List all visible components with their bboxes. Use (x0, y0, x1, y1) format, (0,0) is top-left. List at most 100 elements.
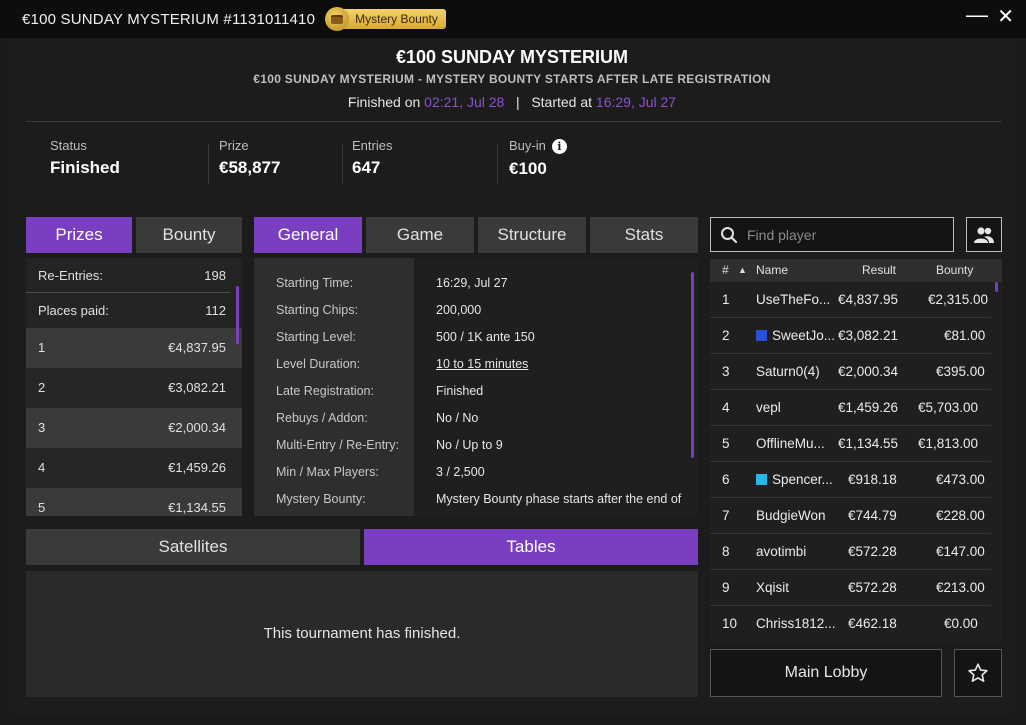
tournament-subtitle: €100 SUNDAY MYSTERIUM - MYSTERY BOUNTY S… (253, 72, 771, 86)
col-bounty[interactable]: Bounty (936, 263, 973, 277)
entries-label: Entries (352, 138, 393, 153)
tab-tables[interactable]: Tables (364, 529, 698, 565)
prizes-scrollbar[interactable] (236, 286, 239, 344)
table-row[interactable]: 10 Chriss1812... €462.18 €0.00 (710, 606, 991, 642)
tab-prizes[interactable]: Prizes (26, 217, 132, 253)
stat-divider (208, 144, 209, 184)
general-value: 200,000 (436, 303, 482, 317)
prize-place: 1 (38, 340, 46, 355)
bounty-chest-icon (325, 7, 350, 31)
leaderboard-list: 1 UseTheFo... €4,837.95 €2,315.00 2 SweetJo.… (710, 282, 1002, 642)
tab-stats[interactable]: Stats (590, 217, 698, 253)
player-bounty: €81.00 (944, 328, 986, 343)
close-button[interactable]: ✕ (997, 4, 1014, 29)
table-row[interactable]: 8 avotimbi €572.28 €147.00 (710, 534, 991, 570)
player-bounty: €5,703.00 (918, 400, 979, 415)
stat-prize: Prize €58,877 (219, 138, 280, 184)
level-duration-link[interactable]: 10 to 15 minutes (436, 357, 528, 371)
player-result: €2,000.34 (838, 364, 899, 379)
late-registration-row: Late Registration: Finished (254, 384, 698, 411)
mystery-bounty-label: Mystery Bounty (341, 9, 446, 29)
player-name: vepl (756, 400, 781, 415)
player-rank: 6 (722, 472, 730, 487)
player-result: €918.18 (848, 472, 897, 487)
minimize-button[interactable]: — (966, 2, 988, 28)
tables-panel: This tournament has finished. (26, 571, 698, 697)
table-row[interactable]: 9 Xqisit €572.28 €213.00 (710, 570, 991, 606)
player-bounty: €228.00 (936, 508, 985, 523)
table-row[interactable]: 2 SweetJo... €3,082.21 €81.00 (710, 318, 991, 354)
mystery-bounty-row: Mystery Bounty: Mystery Bounty phase star… (254, 492, 698, 516)
player-bounty: €395.00 (936, 364, 985, 379)
col-result[interactable]: Result (862, 263, 896, 277)
tab-bounty[interactable]: Bounty (136, 217, 242, 253)
rebuys-row: Rebuys / Addon: No / No (254, 411, 698, 438)
stat-divider (342, 144, 343, 184)
prize-row: 3 €2,000.34 (26, 408, 242, 448)
tab-general[interactable]: General (254, 217, 362, 253)
tournament-title: €100 SUNDAY MYSTERIUM (395, 47, 629, 67)
player-result: €1,459.26 (838, 400, 899, 415)
player-bounty: €147.00 (936, 544, 985, 559)
table-row[interactable]: 7 BudgieWon €744.79 €228.00 (710, 498, 991, 534)
col-name[interactable]: Name (756, 263, 788, 277)
prize-row: 1 €4,837.95 (26, 328, 242, 368)
player-result: €572.28 (848, 580, 897, 595)
starting-time-row: Starting Time: 16:29, Jul 27 (254, 276, 698, 303)
main-lobby-button[interactable]: Main Lobby (710, 649, 942, 697)
started-label: Started at (531, 94, 593, 110)
prize-place: 2 (38, 380, 46, 395)
favorite-button[interactable] (954, 649, 1002, 697)
table-row[interactable]: 4 vepl €1,459.26 €5,703.00 (710, 390, 991, 426)
prize-value: €58,877 (219, 158, 281, 177)
started-time: 16:29, Jul 27 (595, 94, 677, 110)
find-player-box[interactable] (710, 217, 954, 252)
prize-row: 2 €3,082.21 (26, 368, 242, 408)
finished-label: Finished on (347, 94, 421, 110)
leaderboard-scrollbar[interactable] (995, 282, 998, 292)
finished-time: 02:21, Jul 28 (424, 94, 505, 110)
tab-satellites[interactable]: Satellites (26, 529, 360, 565)
header-divider (26, 121, 1002, 122)
prize-place: 4 (38, 460, 46, 475)
player-name-cell: Spencer... (756, 472, 833, 487)
places-paid-label: Places paid: (38, 303, 109, 318)
prize-label: Prize (219, 138, 249, 153)
general-value: 3 / 2,500 (436, 465, 485, 479)
general-key: Mystery Bounty: (276, 492, 366, 506)
general-scrollbar[interactable] (691, 272, 694, 458)
player-rank: 8 (722, 544, 730, 559)
places-paid-row: Places paid: 112 (26, 293, 242, 328)
player-result: €462.18 (848, 616, 897, 631)
player-rank: 5 (722, 436, 730, 451)
players-filter-button[interactable] (966, 217, 1002, 252)
general-value: 500 / 1K ante 150 (436, 330, 535, 344)
prize-amount: €1,459.26 (168, 460, 226, 475)
general-key: Min / Max Players: (276, 465, 379, 479)
sort-asc-icon: ▲ (738, 265, 747, 275)
mystery-bounty-badge: Mystery Bounty (325, 7, 446, 31)
table-row[interactable]: 6 Spencer... €918.18 €473.00 (710, 462, 991, 498)
tab-game[interactable]: Game (366, 217, 474, 253)
reentries-row: Re-Entries: 198 (26, 258, 230, 293)
info-icon[interactable]: i (551, 139, 567, 154)
tab-structure[interactable]: Structure (478, 217, 586, 253)
general-key: Level Duration: (276, 357, 361, 371)
find-player-input[interactable] (747, 226, 942, 243)
stats-row: Status Finished Prize €58,877 Entries 64… (26, 138, 1002, 188)
table-row[interactable]: 3 Saturn0(4) €2,000.34 €395.00 (710, 354, 991, 390)
player-rank: 10 (722, 616, 738, 631)
table-row[interactable]: 1 UseTheFo... €4,837.95 €2,315.00 (710, 282, 991, 318)
player-rank: 9 (722, 580, 730, 595)
general-key: Starting Chips: (276, 303, 358, 317)
col-rank[interactable]: # (722, 263, 729, 277)
status-label: Status (50, 138, 87, 153)
table-row[interactable]: 5 OfflineMu... €1,134.55 €1,813.00 (710, 426, 991, 462)
country-flag-icon (756, 474, 767, 485)
player-name: BudgieWon (756, 508, 826, 523)
tournament-lobby: €100 SUNDAY MYSTERIUM €100 SUNDAY MYSTER… (10, 38, 1014, 715)
prize-row: 4 €1,459.26 (26, 448, 242, 488)
times-separator: | (516, 94, 520, 110)
tournament-header: €100 SUNDAY MYSTERIUM €100 SUNDAY MYSTER… (10, 38, 1014, 121)
general-value: No / Up to 9 (436, 438, 503, 452)
